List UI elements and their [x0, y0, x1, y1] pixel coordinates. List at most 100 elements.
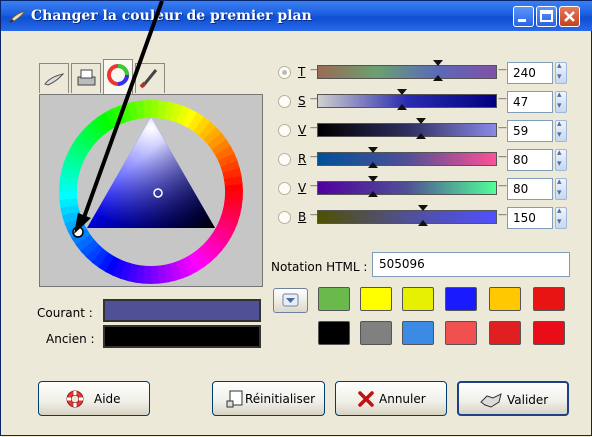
- ok-button[interactable]: Valider: [457, 381, 569, 416]
- slider-spin-button-2[interactable]: [555, 119, 567, 142]
- slider-tick-right: —: [498, 181, 507, 191]
- tab-watercolor[interactable]: [135, 63, 165, 93]
- slider-marker-top: [432, 60, 443, 66]
- slider-marker-bottom: [418, 220, 429, 226]
- slider-spin-button-0[interactable]: [555, 61, 567, 84]
- current-color-label: Courant :: [37, 306, 93, 320]
- arrow-down-icon: [282, 293, 299, 307]
- history-swatch[interactable]: [402, 287, 434, 311]
- title-bar[interactable]: Changer la couleur de premier plan: [1, 1, 592, 31]
- history-swatch[interactable]: [402, 321, 434, 345]
- maximize-button[interactable]: [536, 6, 557, 27]
- slider-marker-top: [367, 147, 378, 153]
- slider-marker-top: [396, 89, 407, 95]
- color-dialog-window: Changer la couleur de premier plan T — —…: [0, 0, 592, 436]
- slider-label-4: V: [298, 181, 307, 195]
- slider-spin-input-3[interactable]: 80: [507, 149, 553, 171]
- slider-marker-bottom: [432, 75, 443, 81]
- history-swatch[interactable]: [360, 287, 392, 311]
- cancel-x-icon: [358, 391, 374, 407]
- hue-ring-cursor: [72, 226, 84, 238]
- slider-marker-top: [367, 176, 378, 182]
- slider-tick-right: —: [498, 94, 507, 104]
- current-color-swatch: [103, 299, 261, 322]
- window-title: Changer la couleur de premier plan: [31, 8, 312, 24]
- color-wheel[interactable]: [40, 95, 262, 286]
- minimize-icon: [518, 19, 526, 22]
- slider-marker-bottom: [416, 133, 427, 139]
- close-icon: [564, 11, 575, 22]
- slider-tick-right: —: [498, 123, 507, 133]
- slider-marker-top: [418, 205, 429, 211]
- scales-tab-icon: [44, 73, 65, 86]
- slider-tick-right: —: [498, 152, 507, 162]
- html-notation-input[interactable]: 505096: [372, 252, 570, 277]
- lifebuoy-icon: [66, 390, 84, 408]
- slider-spin-button-4[interactable]: [555, 177, 567, 200]
- cancel-button[interactable]: Annuler: [335, 381, 447, 416]
- slider-spin-input-5[interactable]: 150: [507, 207, 553, 229]
- slider-radio-3[interactable]: [278, 153, 291, 166]
- slider-track-5[interactable]: [317, 210, 497, 224]
- slider-label-0: T: [298, 65, 306, 79]
- history-swatch[interactable]: [318, 287, 350, 311]
- slider-radio-5[interactable]: [278, 211, 291, 224]
- tab-wheel[interactable]: [103, 59, 133, 95]
- slider-spin-input-1[interactable]: 47: [507, 91, 553, 113]
- slider-radio-0[interactable]: [278, 66, 291, 79]
- slider-track-1[interactable]: [317, 94, 497, 108]
- slider-track-2[interactable]: [317, 123, 497, 137]
- reset-icon: [226, 390, 243, 408]
- slider-tick-right: —: [498, 210, 507, 220]
- history-add-button[interactable]: [273, 288, 308, 313]
- history-swatch[interactable]: [445, 287, 477, 311]
- html-notation-label: Notation HTML :: [271, 260, 368, 274]
- color-wheel-panel[interactable]: [39, 94, 263, 287]
- printer-icon: [77, 69, 96, 86]
- maximize-icon: [540, 10, 553, 22]
- slider-marker-bottom: [396, 104, 407, 110]
- slider-tick-right: —: [498, 65, 507, 75]
- history-swatch[interactable]: [533, 321, 565, 345]
- ok-button-label: Valider: [507, 393, 549, 407]
- slider-marker-bottom: [367, 162, 378, 168]
- slider-radio-2[interactable]: [278, 124, 291, 137]
- history-swatch[interactable]: [445, 321, 477, 345]
- gimp-brush-icon: [9, 10, 27, 23]
- slider-label-2: V: [298, 123, 307, 137]
- slider-radio-4[interactable]: [278, 182, 291, 195]
- slider-marker-top: [416, 118, 427, 124]
- slider-track-0[interactable]: [317, 65, 497, 79]
- slider-spin-input-4[interactable]: 80: [507, 178, 553, 200]
- reset-button-label: Réinitialiser: [245, 392, 316, 406]
- history-swatch[interactable]: [360, 321, 392, 345]
- slider-track-4[interactable]: [317, 181, 497, 195]
- tab-scales[interactable]: [39, 63, 69, 93]
- help-button[interactable]: Aide: [38, 381, 150, 416]
- handshake-icon: [480, 393, 502, 408]
- minimize-button[interactable]: [513, 6, 534, 27]
- slider-spin-button-3[interactable]: [555, 148, 567, 171]
- slider-track-3[interactable]: [317, 152, 497, 166]
- slider-spin-input-0[interactable]: 240: [507, 62, 553, 84]
- slider-label-1: S: [298, 94, 306, 108]
- slider-spin-button-5[interactable]: [555, 206, 567, 229]
- slider-spin-button-1[interactable]: [555, 90, 567, 113]
- history-swatch[interactable]: [489, 321, 521, 345]
- slider-radio-1[interactable]: [278, 95, 291, 108]
- color-wheel-tab-icon: [107, 64, 129, 86]
- tab-cmyk[interactable]: [71, 63, 101, 93]
- close-button[interactable]: [559, 6, 580, 27]
- cancel-button-label: Annuler: [379, 392, 426, 406]
- slider-spin-input-2[interactable]: 59: [507, 120, 553, 142]
- paintbrush-icon: [139, 69, 158, 89]
- reset-button[interactable]: Réinitialiser: [212, 381, 325, 416]
- history-swatch[interactable]: [533, 287, 565, 311]
- slider-marker-bottom: [367, 191, 378, 197]
- history-swatch[interactable]: [489, 287, 521, 311]
- help-button-label: Aide: [94, 392, 121, 406]
- history-swatch[interactable]: [318, 321, 350, 345]
- old-color-swatch: [103, 325, 261, 348]
- slider-label-3: R: [298, 152, 307, 166]
- old-color-label: Ancien :: [46, 332, 95, 346]
